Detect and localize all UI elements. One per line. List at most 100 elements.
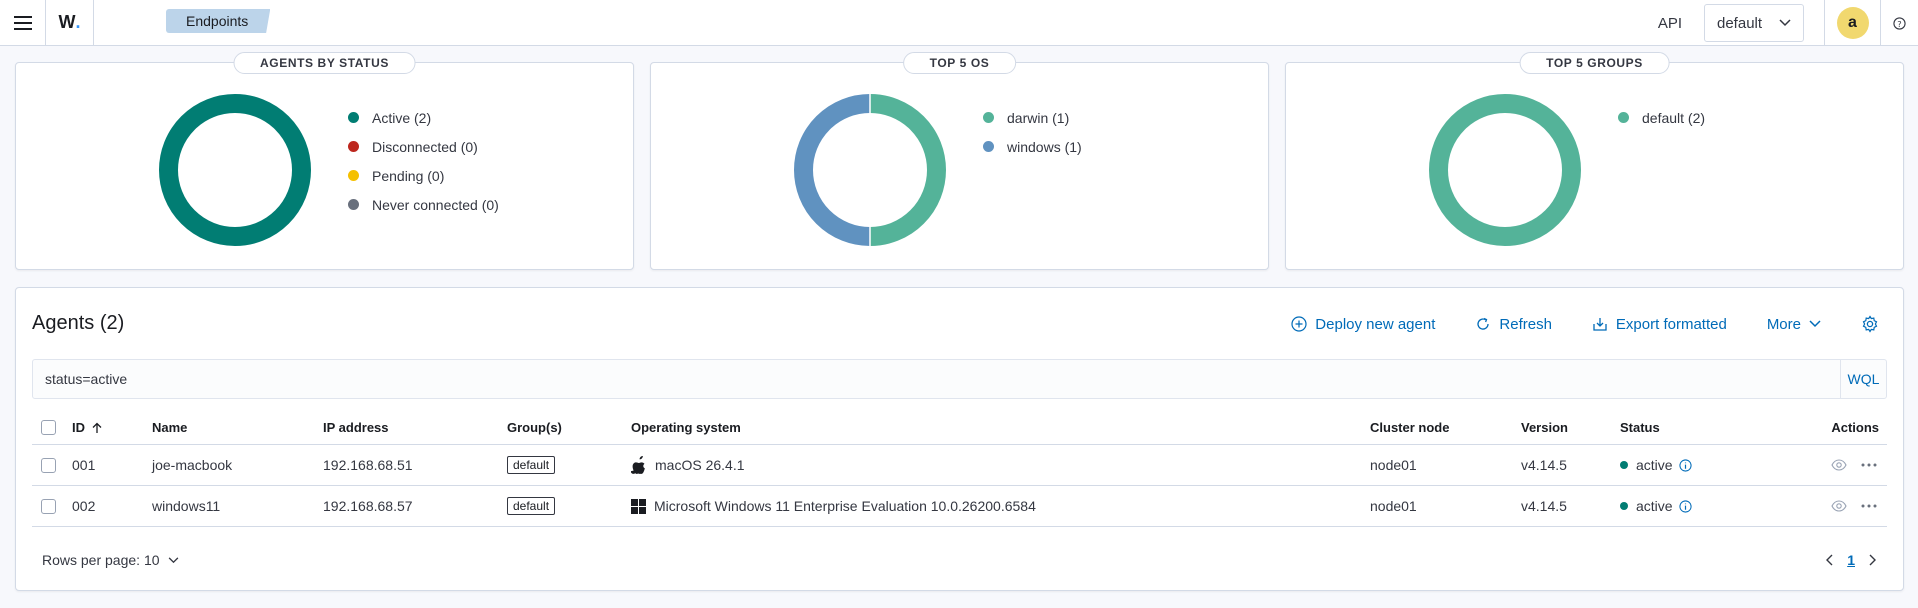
agents-title: Agents (2) — [32, 312, 125, 334]
agent-id: 002 — [72, 498, 96, 514]
os-legend: darwin (1) windows (1) — [983, 103, 1082, 161]
status-donut-chart — [159, 94, 311, 246]
agents-panel: Agents (2) Deploy new agent Refresh Expo… — [15, 287, 1904, 591]
column-version[interactable]: Version — [1521, 411, 1568, 444]
export-icon — [1593, 318, 1607, 331]
app-logo[interactable]: W. — [46, 0, 94, 46]
chevron-left-icon[interactable] — [1825, 554, 1833, 566]
agent-status: active — [1620, 486, 1692, 526]
export-formatted-button[interactable]: Export formatted — [1592, 316, 1727, 333]
deploy-agent-button[interactable]: Deploy new agent — [1291, 316, 1435, 333]
column-actions: Actions — [1831, 420, 1879, 435]
eye-icon[interactable] — [1831, 459, 1847, 471]
plus-circle-icon — [1291, 316, 1307, 332]
column-name[interactable]: Name — [152, 411, 187, 444]
chevron-down-icon — [1779, 19, 1791, 27]
column-cluster-node[interactable]: Cluster node — [1370, 411, 1449, 444]
refresh-button[interactable]: Refresh — [1475, 316, 1552, 333]
column-status[interactable]: Status — [1620, 411, 1660, 444]
status-dot — [1620, 461, 1628, 469]
eye-icon[interactable] — [1831, 500, 1847, 512]
column-ip-address[interactable]: IP address — [323, 411, 389, 444]
page-number[interactable]: 1 — [1847, 552, 1855, 568]
hamburger-icon — [13, 15, 32, 30]
table-row[interactable]: 001 joe-macbook 192.168.68.51 default ma… — [32, 445, 1887, 486]
table-settings-button[interactable] — [1861, 315, 1887, 333]
search-input[interactable] — [33, 360, 1840, 398]
top-bar: W. Endpoints API default a ? — [0, 0, 1918, 46]
help-button[interactable]: ? — [1880, 0, 1918, 46]
legend-item-disconnected[interactable]: Disconnected (0) — [348, 132, 499, 161]
legend-item-windows[interactable]: windows (1) — [983, 132, 1082, 161]
agent-version: v4.14.5 — [1521, 457, 1567, 473]
table-row[interactable]: 002 windows11 192.168.68.57 default Micr… — [32, 486, 1887, 527]
top-os-panel: TOP 5 OS darwin (1) windows (1) — [650, 52, 1269, 270]
legend-item-active[interactable]: Active (2) — [348, 103, 499, 132]
agent-id: 001 — [72, 457, 96, 473]
chevron-right-icon[interactable] — [1869, 554, 1877, 566]
panel-title: AGENTS BY STATUS — [233, 52, 416, 74]
column-groups[interactable]: Group(s) — [507, 411, 562, 444]
menu-button[interactable] — [0, 0, 46, 46]
apple-icon — [631, 456, 645, 474]
status-dot — [1620, 502, 1628, 510]
breadcrumb-endpoints[interactable]: Endpoints — [166, 9, 271, 33]
row-actions — [1831, 445, 1877, 485]
agent-version: v4.14.5 — [1521, 498, 1567, 514]
environment-select[interactable]: default — [1704, 4, 1804, 42]
agent-ip: 192.168.68.51 — [323, 457, 413, 473]
legend-item-never-connected[interactable]: Never connected (0) — [348, 190, 499, 219]
chevron-down-icon — [1809, 320, 1821, 328]
legend-item-default[interactable]: default (2) — [1618, 103, 1705, 132]
gear-icon — [1862, 315, 1878, 333]
donut-slice-darwin[interactable] — [869, 94, 946, 246]
legend-item-darwin[interactable]: darwin (1) — [983, 103, 1082, 132]
group-badge[interactable]: default — [507, 456, 556, 474]
windows-icon — [631, 498, 646, 514]
refresh-icon — [1477, 317, 1490, 330]
row-checkbox[interactable] — [41, 457, 56, 473]
groups-legend: default (2) — [1618, 103, 1705, 132]
groups-donut-chart — [1429, 94, 1581, 246]
row-actions — [1831, 486, 1877, 526]
status-legend: Active (2) Disconnected (0) Pending (0) … — [348, 103, 499, 219]
table-header: ID Name IP address Group(s) Operating sy… — [32, 411, 1887, 445]
agent-name: windows11 — [152, 498, 221, 514]
more-actions-icon[interactable] — [1861, 504, 1877, 508]
select-all-checkbox[interactable] — [41, 420, 56, 435]
table-footer: Rows per page: 10 1 — [32, 545, 1887, 575]
agents-table: ID Name IP address Group(s) Operating sy… — [32, 411, 1887, 527]
api-link[interactable]: API — [1658, 15, 1682, 32]
group-badge[interactable]: default — [507, 497, 556, 515]
agents-actions: Deploy new agent Refresh Export formatte… — [1251, 312, 1887, 336]
user-avatar[interactable]: a — [1836, 7, 1869, 39]
more-button[interactable]: More — [1767, 316, 1821, 333]
panel-title: TOP 5 OS — [902, 52, 1017, 74]
agent-os: Microsoft Windows 11 Enterprise Evaluati… — [631, 486, 1036, 526]
donut-slice-active[interactable] — [159, 94, 311, 246]
more-actions-icon[interactable] — [1861, 463, 1877, 467]
agent-os: macOS 26.4.1 — [631, 445, 745, 485]
wql-button[interactable]: WQL — [1840, 360, 1886, 398]
donut-slice-windows[interactable] — [794, 94, 871, 246]
search-bar: WQL — [32, 359, 1887, 399]
info-icon[interactable] — [1678, 458, 1692, 472]
column-id[interactable]: ID — [72, 411, 103, 444]
chevron-down-icon — [168, 556, 178, 563]
logo-text: W — [58, 12, 76, 32]
agent-cluster-node: node01 — [1370, 457, 1417, 473]
help-icon: ? — [1893, 16, 1906, 30]
sort-ascending-icon — [92, 422, 102, 433]
column-operating-system[interactable]: Operating system — [631, 411, 741, 444]
agent-status: active — [1620, 445, 1692, 485]
donut-slice-default[interactable] — [1429, 94, 1581, 246]
panel-title: TOP 5 GROUPS — [1519, 52, 1670, 74]
rows-per-page-select[interactable]: Rows per page: 10 — [42, 552, 179, 568]
agent-ip: 192.168.68.57 — [323, 498, 413, 514]
agent-cluster-node: node01 — [1370, 498, 1417, 514]
row-checkbox[interactable] — [41, 498, 56, 514]
pagination: 1 — [1825, 552, 1877, 568]
info-icon[interactable] — [1678, 499, 1692, 513]
legend-item-pending[interactable]: Pending (0) — [348, 161, 499, 190]
agents-by-status-panel: AGENTS BY STATUS Active (2) Disconnected… — [15, 52, 634, 270]
